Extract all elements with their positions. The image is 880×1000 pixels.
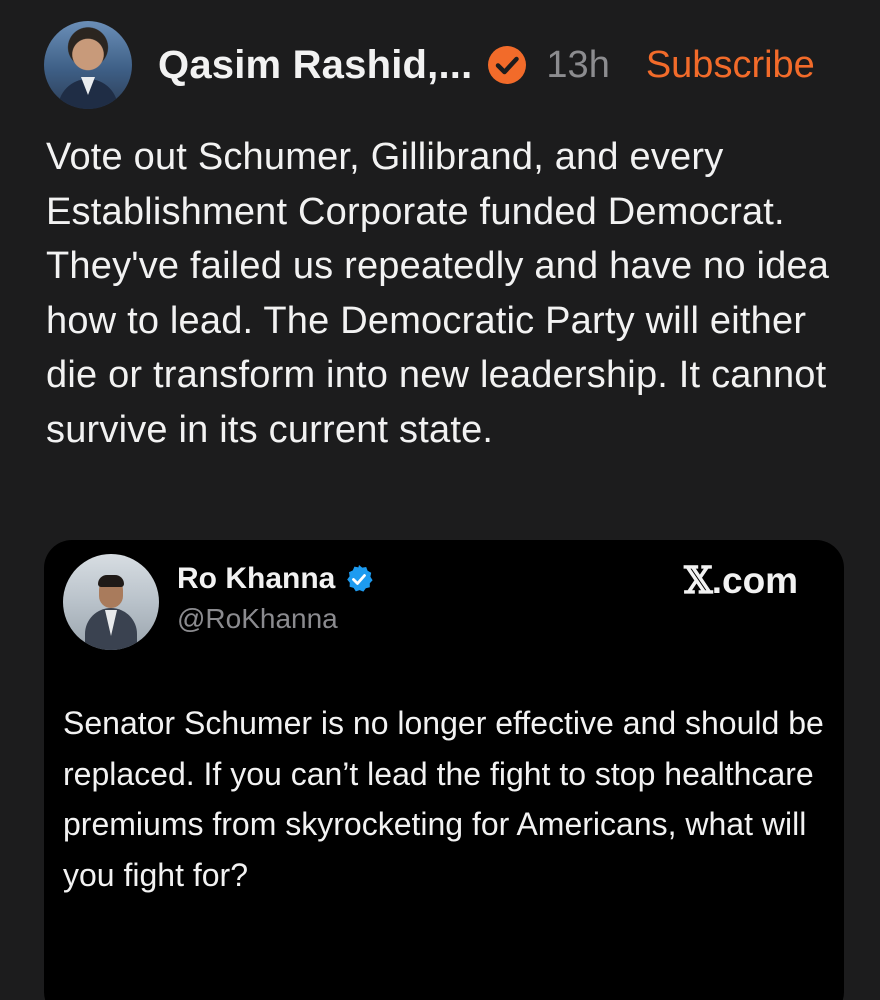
embed-post-text: Senator Schumer is no longer effective a… (63, 705, 824, 893)
author-avatar[interactable] (44, 21, 132, 109)
embed-source-link[interactable]: 𝕏.com (684, 558, 798, 602)
x-logo-icon: 𝕏 (684, 558, 713, 602)
embed-verified-check-icon (347, 565, 373, 592)
embed-author-avatar[interactable] (63, 554, 159, 650)
embed-avatar-hair (98, 575, 124, 587)
post-body-text: Vote out Schumer, Gillibrand, and every … (46, 136, 830, 451)
embedded-post-card[interactable]: Ro Khanna @RoKhanna 𝕏.com Senator Schume… (44, 540, 844, 1000)
verified-check-icon (488, 46, 527, 84)
embed-author-row: Ro Khanna (177, 562, 375, 596)
embed-author-name[interactable]: Ro Khanna (177, 562, 335, 596)
author-name[interactable]: Qasim Rashid,... (158, 43, 472, 88)
post-timestamp: 13h (546, 43, 610, 86)
post-header: Qasim Rashid,... 13h Subscribe (44, 21, 880, 109)
subscribe-button[interactable]: Subscribe (646, 44, 815, 87)
embed-source-domain: .com (711, 560, 799, 601)
embed-author-handle[interactable]: @RoKhanna (177, 603, 338, 635)
post-screen: Qasim Rashid,... 13h Subscribe Vote out … (0, 0, 880, 1000)
